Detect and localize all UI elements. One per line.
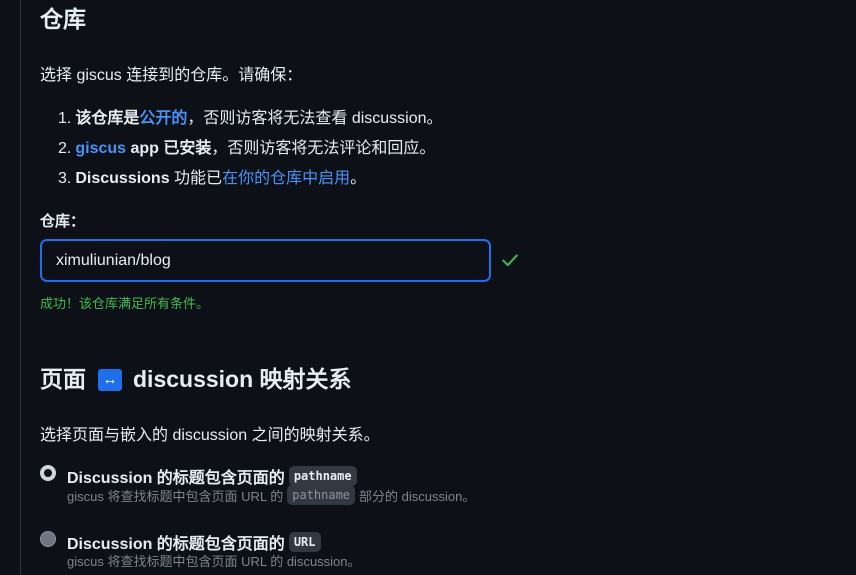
requirement-item-discussions: 3. Discussions 功能已 在你的仓库中启用 。	[40, 164, 443, 194]
repository-success-message: 成功！该仓库满足所有条件。	[40, 296, 210, 311]
repository-input[interactable]	[40, 239, 491, 282]
list-number: 2.	[58, 140, 72, 157]
side-divider	[20, 0, 21, 575]
requirement-item-app: 2. giscus app 已安装 ，否则访客将无法评论和回应。	[40, 134, 443, 164]
requirement-item-public: 1. 该仓库是 公开的 ，否则访客将无法查看 discussion。	[40, 104, 443, 134]
requirement-rest-text: 。	[350, 170, 367, 187]
mapping-title-prefix: 页面	[40, 366, 86, 392]
option-desc-before: giscus 将查找标题中包含页面 URL 的 discussion。	[67, 554, 361, 569]
option-desc-before: giscus 将查找标题中包含页面 URL 的	[67, 488, 284, 504]
requirement-bold-text: 该仓库是	[75, 110, 140, 127]
requirement-rest-text: ，否则访客将无法评论和回应。	[211, 140, 436, 157]
option-code-badge: pathname	[288, 466, 357, 486]
left-right-arrow-icon: ↔	[98, 368, 122, 391]
option-desc-after: 部分的 discussion。	[359, 488, 476, 504]
requirement-text: 功能已	[169, 170, 223, 187]
enable-discussions-link[interactable]: 在你的仓库中启用	[222, 168, 350, 190]
option-desc-code: pathname	[287, 485, 356, 505]
radio-pathname[interactable]	[40, 465, 56, 481]
option-description: giscus 将查找标题中包含页面 URL 的 discussion。	[67, 551, 361, 570]
repository-intro: 选择 giscus 连接到的仓库。请确保：	[40, 67, 303, 84]
mapping-description: 选择页面与嵌入的 discussion 之间的映射关系。	[40, 427, 380, 444]
list-number: 1.	[58, 110, 72, 127]
list-number: 3.	[58, 170, 72, 187]
radio-url[interactable]	[40, 531, 56, 547]
option-code-badge: URL	[288, 532, 321, 552]
option-description: giscus 将查找标题中包含页面 URL 的 pathname 部分的 dis…	[67, 485, 475, 505]
requirements-list: 1. 该仓库是 公开的 ，否则访客将无法查看 discussion。 2. gi…	[40, 104, 443, 194]
repository-section-title: 仓库	[40, 6, 86, 32]
repository-field-label: 仓库：	[40, 213, 86, 230]
public-link[interactable]: 公开的	[139, 108, 187, 130]
mapping-title-suffix: discussion 映射关系	[133, 366, 352, 392]
mapping-section-title: 页面 ↔ discussion 映射关系	[40, 366, 352, 394]
requirement-rest-text: ，否则访客将无法查看 discussion。	[187, 110, 443, 127]
check-icon	[501, 251, 519, 269]
requirement-bold-text: Discussions	[75, 170, 170, 187]
requirement-bold-text: app 已安装	[126, 140, 212, 157]
giscus-app-link[interactable]: giscus	[75, 138, 126, 160]
